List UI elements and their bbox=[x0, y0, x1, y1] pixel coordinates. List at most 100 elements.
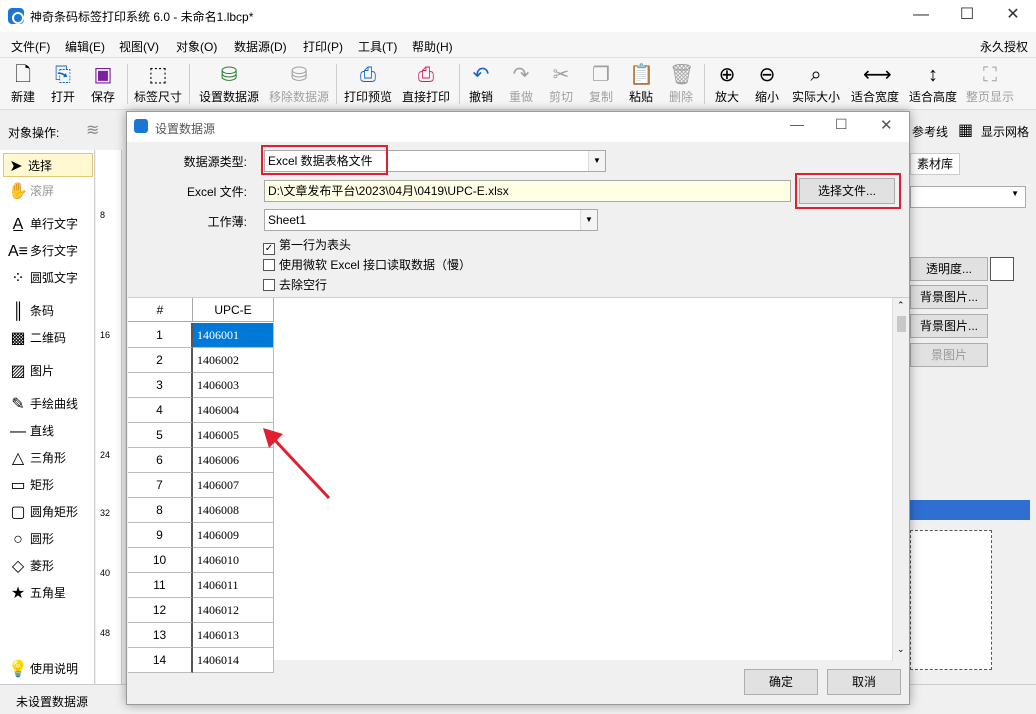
row-number[interactable]: 14 bbox=[128, 648, 193, 673]
actual-size-button[interactable]: ⌕ 实际大小 bbox=[789, 58, 843, 110]
delete-button[interactable]: 🗑 删除 bbox=[664, 58, 698, 110]
tool-diamond[interactable]: ◇ 菱形 bbox=[6, 554, 94, 578]
menu-object[interactable]: 对象(O) bbox=[176, 38, 217, 55]
row-number[interactable]: 5 bbox=[128, 423, 193, 448]
row-number[interactable]: 11 bbox=[128, 573, 193, 598]
fit-height-button[interactable]: ↕ 适合高度 bbox=[906, 58, 960, 110]
table-cell[interactable]: 1406002 bbox=[193, 348, 274, 373]
tool-freehand[interactable]: ✎ 手绘曲线 bbox=[6, 392, 94, 416]
dialog-minimize-button[interactable]: — bbox=[790, 116, 804, 132]
table-cell[interactable]: 1406013 bbox=[193, 623, 274, 648]
scroll-thumb[interactable] bbox=[897, 316, 906, 332]
tool-rectangle[interactable]: ▭ 矩形 bbox=[6, 473, 94, 497]
row-number[interactable]: 9 bbox=[128, 523, 193, 548]
use-ms-excel-checkbox[interactable]: 使用微软 Excel 接口读取数据（慢） bbox=[263, 256, 471, 273]
tool-rounded-rect[interactable]: ▢ 圆角矩形 bbox=[6, 500, 94, 524]
copy-button[interactable]: ❐ 复制 bbox=[584, 58, 618, 110]
vertical-scrollbar[interactable]: ⌃ ⌄ bbox=[892, 298, 909, 661]
menu-file[interactable]: 文件(F) bbox=[11, 38, 50, 55]
tool-star[interactable]: ★ 五角星 bbox=[6, 581, 94, 605]
copy-icon: ❐ bbox=[592, 64, 610, 86]
dialog-close-button[interactable]: ✕ bbox=[880, 116, 893, 134]
row-number[interactable]: 4 bbox=[128, 398, 193, 423]
table-cell[interactable]: 1406004 bbox=[193, 398, 274, 423]
background-image-button[interactable]: 背景图片... bbox=[910, 285, 988, 309]
scroll-up-icon[interactable]: ⌃ bbox=[897, 300, 905, 311]
table-cell[interactable]: 1406012 bbox=[193, 598, 274, 623]
redo-button[interactable]: ↷ 重做 bbox=[504, 58, 538, 110]
row-number[interactable]: 13 bbox=[128, 623, 193, 648]
close-button[interactable]: ✕ bbox=[990, 0, 1036, 32]
table-cell[interactable]: 1406011 bbox=[193, 573, 274, 598]
menu-edit[interactable]: 编辑(E) bbox=[65, 38, 105, 55]
dialog-maximize-button[interactable]: ☐ bbox=[835, 116, 848, 133]
zoom-out-button[interactable]: ⊖ 缩小 bbox=[750, 58, 784, 110]
property-dropdown[interactable]: ▼ bbox=[910, 186, 1026, 208]
tool-triangle[interactable]: △ 三角形 bbox=[6, 446, 94, 470]
cancel-button[interactable]: 取消 bbox=[827, 669, 901, 695]
row-number[interactable]: 3 bbox=[128, 373, 193, 398]
first-row-header-checkbox[interactable]: ✓ 第一行为表头 bbox=[263, 236, 351, 255]
whole-page-button[interactable]: ⛶ 整页显示 bbox=[963, 58, 1017, 110]
color-swatch[interactable] bbox=[990, 257, 1014, 281]
tool-circle[interactable]: ○ 圆形 bbox=[6, 527, 94, 551]
minimize-button[interactable]: — bbox=[898, 0, 944, 32]
excel-file-path[interactable]: D:\文章发布平台\2023\04月\0419\UPC-E.xlsx bbox=[264, 180, 791, 202]
layers-icon[interactable]: ≋ bbox=[86, 120, 99, 140]
paste-button[interactable]: 📋 粘贴 bbox=[624, 58, 658, 110]
row-number[interactable]: 6 bbox=[128, 448, 193, 473]
remove-empty-rows-checkbox[interactable]: 去除空行 bbox=[263, 276, 327, 293]
tool-arc-text[interactable]: ⁘ 圆弧文字 bbox=[6, 266, 94, 290]
tool-qrcode[interactable]: ▩ 二维码 bbox=[6, 326, 94, 350]
tool-select[interactable]: ➤ 选择 bbox=[3, 153, 93, 177]
row-number[interactable]: 12 bbox=[128, 598, 193, 623]
ok-button[interactable]: 确定 bbox=[744, 669, 818, 695]
table-cell[interactable]: 1406009 bbox=[193, 523, 274, 548]
show-grid-toggle[interactable]: 显示网格 bbox=[981, 123, 1029, 140]
guides-toggle[interactable]: 参考线 bbox=[912, 123, 948, 140]
row-number[interactable]: 10 bbox=[128, 548, 193, 573]
row-number[interactable]: 8 bbox=[128, 498, 193, 523]
row-number[interactable]: 2 bbox=[128, 348, 193, 373]
fit-width-button[interactable]: ⟷ 适合宽度 bbox=[848, 58, 902, 110]
tool-single-text[interactable]: A̲ 单行文字 bbox=[6, 212, 94, 236]
row-number[interactable]: 7 bbox=[128, 473, 193, 498]
label-size-button[interactable]: ⬚ 标签尺寸 bbox=[132, 58, 184, 110]
menu-tools[interactable]: 工具(T) bbox=[358, 38, 397, 55]
zoom-in-button[interactable]: ⊕ 放大 bbox=[710, 58, 744, 110]
table-cell[interactable]: 1406003 bbox=[193, 373, 274, 398]
tool-multi-text[interactable]: A≡ 多行文字 bbox=[6, 239, 94, 263]
cut-button[interactable]: ✂ 剪切 bbox=[544, 58, 578, 110]
scroll-down-icon[interactable]: ⌄ bbox=[897, 644, 905, 655]
remove-datasource-button[interactable]: ⛁ 移除数据源 bbox=[266, 58, 332, 110]
column-header[interactable]: UPC-E bbox=[193, 298, 274, 322]
tool-image[interactable]: ▨ 图片 bbox=[6, 359, 94, 383]
table-cell[interactable]: 1406010 bbox=[193, 548, 274, 573]
clear-background-button[interactable]: 景图片 bbox=[910, 343, 988, 367]
sheet-select[interactable]: Sheet1 ▼ bbox=[264, 209, 598, 231]
maximize-button[interactable]: ☐ bbox=[944, 0, 990, 32]
tool-line[interactable]: — 直线 bbox=[6, 419, 94, 443]
save-button[interactable]: ▣ 保存 bbox=[84, 58, 122, 110]
table-cell[interactable]: 1406014 bbox=[193, 648, 274, 673]
tool-scroll[interactable]: ✋ 滚屏 bbox=[6, 179, 94, 203]
menu-datasource[interactable]: 数据源(D) bbox=[234, 38, 287, 55]
print-preview-button[interactable]: ⎙ 打印预览 bbox=[341, 58, 395, 110]
table-cell[interactable]: 1406001 bbox=[193, 323, 274, 348]
undo-button[interactable]: ↶ 撤销 bbox=[464, 58, 498, 110]
menu-print[interactable]: 打印(P) bbox=[303, 38, 343, 55]
help-button[interactable]: 💡 使用说明 bbox=[6, 657, 94, 681]
app-icon bbox=[8, 8, 24, 24]
data-grid[interactable]: # UPC-E 1 1406001 2 1406002 3 1406003 4 1406004… bbox=[128, 297, 909, 673]
tool-barcode[interactable]: ║ 条码 bbox=[6, 299, 94, 323]
new-button[interactable]: 🗋 新建 bbox=[4, 58, 42, 110]
background-image-button-2[interactable]: 背景图片... bbox=[910, 314, 988, 338]
transparency-button[interactable]: 透明度... bbox=[910, 257, 988, 281]
menu-view[interactable]: 视图(V) bbox=[119, 38, 159, 55]
row-number[interactable]: 1 bbox=[128, 323, 193, 348]
set-datasource-button[interactable]: ⛁ 设置数据源 bbox=[195, 58, 263, 110]
direct-print-button[interactable]: ⎙ 直接打印 bbox=[399, 58, 453, 110]
menu-help[interactable]: 帮助(H) bbox=[412, 38, 453, 55]
tab-materials[interactable]: 素材库 bbox=[910, 153, 960, 175]
open-button[interactable]: ⎘ 打开 bbox=[44, 58, 82, 110]
